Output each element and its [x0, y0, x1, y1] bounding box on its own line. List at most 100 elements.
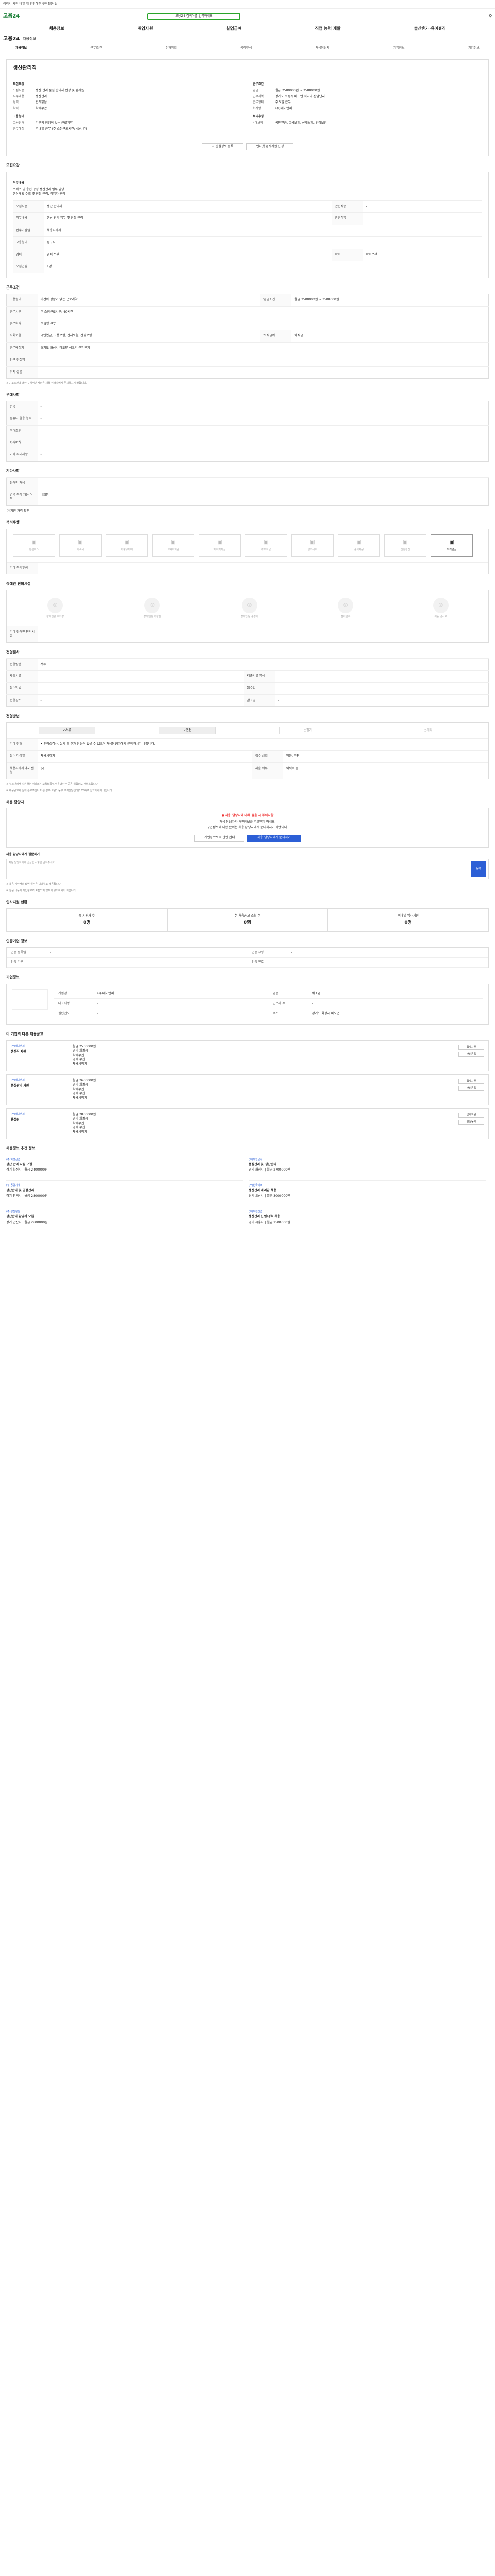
facility-item: ◎ 장애인용 승강기 — [241, 598, 258, 619]
company-name: (주)우진산업 — [249, 1210, 262, 1214]
gnb-item[interactable]: 직업 능력 개발 — [315, 26, 341, 31]
question-textarea[interactable]: 채용 담당자에게 궁금한 사항을 남겨주세요. 등록 — [6, 858, 489, 879]
sub-logo[interactable]: 고용24 — [3, 36, 20, 43]
privacy-guide-button[interactable]: 개인정보보호 관련 안내 — [194, 834, 245, 842]
job-meta: 경기 시흥시 | 월급 2500000원 — [249, 1220, 290, 1224]
info-key: 인증 등록일 — [11, 950, 26, 954]
apply-button[interactable]: 입사지원 — [458, 1045, 484, 1050]
header: 고용24 고용24 검색어를 입력하세요 Q — [0, 9, 495, 24]
job-title-link[interactable]: 품질관리 및 생산관리 — [249, 1163, 486, 1167]
info-key: 주소 — [273, 1011, 279, 1015]
bookmark-button[interactable]: 관심등록 — [458, 1119, 484, 1125]
search-icon[interactable]: Q — [489, 14, 492, 19]
section-title: 근무조건 — [6, 285, 20, 290]
tab-item[interactable]: 근무조건 — [90, 46, 102, 50]
meta-line: 경력 무관 — [73, 1058, 85, 1062]
gnb-item[interactable]: 출산휴가·육아휴직 — [414, 26, 446, 31]
pref-table: 전공 - 컴퓨터 활용 능력 - 우대조건 - 자격면허 - 기타 우대사항 - — [6, 400, 489, 462]
section-title: 입사지원 현황 — [6, 900, 28, 904]
welfare-item: ▣ 경조사비 — [291, 534, 334, 557]
gnb-item[interactable]: 채용정보 — [49, 26, 64, 31]
welfare-box: ▣ 통근버스 ▣ 기숙사 ▣ 차량유지비 ▣ 교육비지원 ▣ 자녀학자금 ▣ 주택자금 ▣ 경조사비 ▣ 중식… — [6, 528, 489, 575]
recommended-job[interactable]: (주)화성산업 생산 관리 사원 모집 경기 화성시 | 월급 2400000원 — [6, 1154, 243, 1176]
site-logo[interactable]: 고용24 — [3, 13, 20, 20]
welfare-icon: ▣ — [171, 539, 176, 546]
meta-line: 학력무관 — [73, 1121, 85, 1125]
job-title-link[interactable]: 생산관리 및 공정관리 — [6, 1189, 243, 1193]
related-job-card[interactable]: (주)케이앤피 품질관리 사원 월급 2600000원 경기 화성시 학력무관 경력 무관… — [6, 1074, 489, 1105]
job-title-link[interactable]: 생산관리 대리급 채용 — [249, 1189, 486, 1193]
kv-value: 국민연금, 고용보험, 산재보험, 건강보험 — [275, 121, 327, 125]
kv-key: 직무내용 — [13, 94, 25, 98]
tab-item[interactable]: 채용정보 — [15, 46, 27, 50]
company-name: (주)케이앤피 — [11, 1079, 25, 1082]
tab-item[interactable]: 기업정보 — [393, 46, 404, 50]
apply-button[interactable]: 입사지원 — [458, 1112, 484, 1118]
apply-button[interactable]: 입사지원 — [458, 1079, 484, 1084]
kv-row: 임금 월급 2500000원 ~ 3500000원 — [253, 89, 482, 93]
note: ※ 워크넷에서 지원하는 서비스는 고용노동부가 운영하는 공공 취업정보 서비… — [6, 782, 99, 786]
tab-item[interactable]: 복리후생 — [240, 46, 252, 50]
tab-item[interactable]: 기업정보 — [468, 46, 480, 50]
tab-item[interactable]: 전형방법 — [166, 46, 177, 50]
recommended-job[interactable]: (주)우진산업 생산관리 신입/경력 채용 경기 시흥시 | 월급 2500000원 — [249, 1207, 486, 1228]
welfare-item: ▣ 주택자금 — [245, 534, 287, 557]
contact-button[interactable]: 채용 담당자에게 문의하기 — [248, 834, 301, 842]
job-left: (주)케이앤피 생산직 사원 — [11, 1045, 68, 1066]
recommended-job[interactable]: (주)대한금속 품질관리 및 생산관리 경기 화성시 | 월급 2700000원 — [249, 1154, 486, 1176]
bookmark-button[interactable]: ☆ 관심정보 등록 — [201, 143, 243, 151]
etc-link[interactable]: ⓘ지원 자격 확인 — [6, 509, 489, 513]
facility-item: ◎ 장애인용 주차장 — [46, 598, 64, 619]
tab-item[interactable]: 채용담당자 — [316, 46, 330, 50]
welfare-icon: ▣ — [217, 539, 222, 546]
related-job-card[interactable]: (주)케이앤피 용접원 월급 2800000원 경기 화성시 학력무관 경력 무관 채용시까… — [6, 1108, 489, 1139]
job-actions: 입사지원 관심등록 — [458, 1112, 484, 1134]
meta-line: 학력무관 — [73, 1087, 85, 1091]
section-title: 채용 담당자 — [6, 800, 24, 804]
search-input[interactable]: 고용24 검색어를 입력하세요 — [147, 13, 241, 20]
detail-table: 모집직종 생산 관리자 관련직종 - 직무내용 생산 관리 업무 및 현장 관리 관련직업 -… — [13, 200, 482, 273]
job-title-link[interactable]: 생산관리 신입/경력 채용 — [249, 1215, 486, 1219]
table-row: 전형장소 - 발표일 - — [6, 694, 489, 707]
apply-button[interactable]: 인터넷 입사지원 신청 — [246, 143, 294, 151]
job-title-link[interactable]: 생산 관리 사원 모집 — [6, 1163, 243, 1167]
welfare-icon: ▣ — [263, 539, 269, 546]
table-row: 인근 전철역 - — [6, 354, 489, 367]
facility-icon: ◎ — [144, 598, 160, 614]
job-title-link[interactable]: 품질관리 사원 — [11, 1084, 68, 1088]
kv-row: 모집직종 생산 관리·품질 관리자 반장 및 검사원 — [13, 89, 242, 93]
row-value: - — [37, 425, 489, 437]
recommended-job[interactable]: (주)동양기계 생산관리 및 공정관리 경기 평택시 | 월급 2800000원 — [6, 1180, 243, 1201]
contact-notice: ● 채용 담당자에 대해 물음 시 주의사항 채용 담당자와 개인정보를 주고받… — [6, 808, 489, 848]
table-row: 모집직종 생산 관리자 관련직종 - — [13, 200, 482, 213]
bookmark-button[interactable]: 관심등록 — [458, 1052, 484, 1057]
facility-label: 장애인용 화장실 — [143, 615, 161, 619]
related-job-card[interactable]: (주)케이앤피 생산직 사원 월급 2500000원 경기 화성시 학력무관 경력 무관 채… — [6, 1040, 489, 1071]
row-value: 비희망 — [37, 488, 489, 506]
job-title-link[interactable]: 생산관리 담당자 모집 — [6, 1215, 243, 1219]
top-notice[interactable]: 이력서 사진 바뀔 때 편안해진 구직활동 팁 — [0, 0, 495, 9]
note: ※ 질문 내용에 개인정보가 포함되지 않도록 유의하시기 바랍니다. — [6, 889, 77, 892]
recommended-job[interactable]: (주)한국테크 생산관리 대리급 채용 경기 오산시 | 월급 3000000원 — [249, 1180, 486, 1201]
info-value: 제조업 — [312, 992, 321, 996]
recommended-job[interactable]: (주)성진정밀 생산관리 담당자 모집 경기 안산시 | 월급 2600000원 — [6, 1207, 243, 1228]
table-row: 전형방법 서류 — [6, 658, 489, 671]
job-title-link[interactable]: 생산직 사원 — [11, 1050, 68, 1054]
row-value: 주 5일 근무 — [37, 318, 489, 330]
stat-value: 0명 — [83, 920, 91, 926]
gnb-item[interactable]: 실업급여 — [226, 26, 241, 31]
submit-question-button[interactable]: 등록 — [471, 861, 486, 877]
bookmark-button[interactable]: 관심등록 — [458, 1086, 484, 1091]
row-key: 제출서류 양식 — [243, 670, 275, 683]
row-key: 기타 우대사항 — [6, 449, 38, 462]
table-row: 모집인원 1명 — [13, 261, 482, 273]
info-key: 기업명 — [58, 992, 67, 996]
kv-row: 근무형태 주 5일 근무 — [253, 100, 482, 105]
row-value: - — [37, 449, 489, 462]
job-title-link[interactable]: 용접원 — [11, 1118, 68, 1122]
welfare-label: 건강검진 — [400, 548, 410, 552]
meta-line: 경기 화성시 — [73, 1117, 88, 1121]
gnb-item[interactable]: 취업지원 — [138, 26, 153, 31]
job-left: (주)케이앤피 용접원 — [11, 1113, 68, 1134]
table-row: 고용형태 정규직 — [13, 236, 482, 249]
